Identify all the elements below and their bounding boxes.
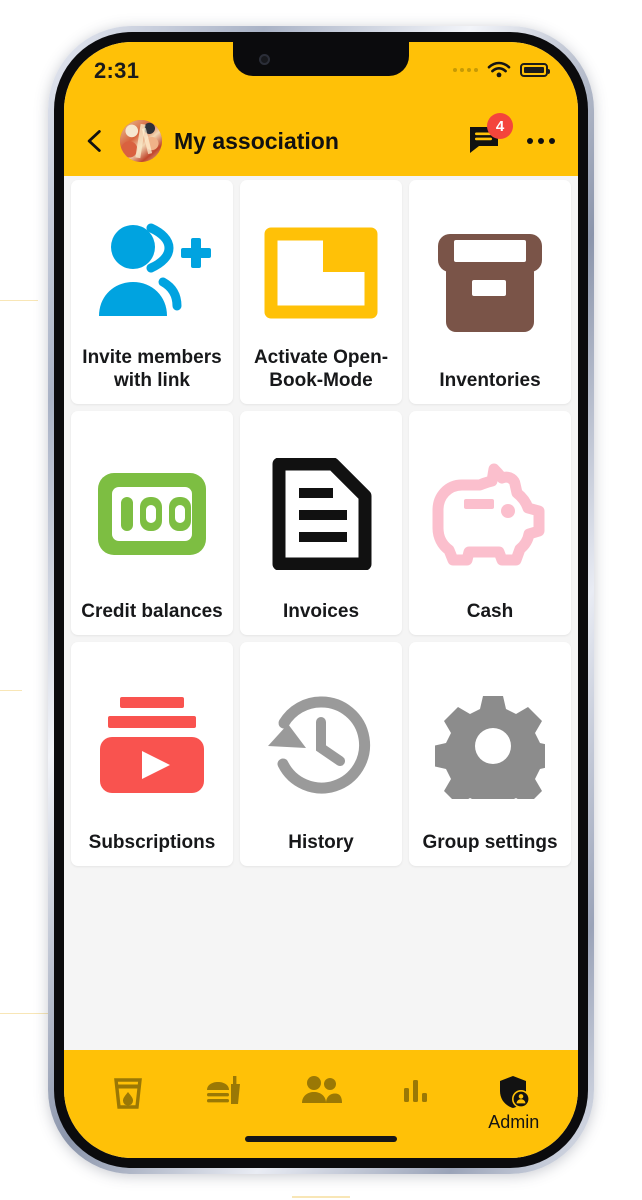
nav-item-food[interactable] <box>183 1074 267 1115</box>
grid-card-invoices[interactable]: Invoices <box>240 411 402 635</box>
grid-card-credit-balances[interactable]: Credit balances <box>71 411 233 635</box>
battery-full-icon <box>520 63 550 77</box>
status-bar: 2:31 <box>64 42 578 106</box>
drink-cup-icon <box>114 1078 143 1109</box>
nav-item-statistics[interactable] <box>375 1074 459 1111</box>
grid-card-label: Invoices <box>282 600 360 622</box>
grid-card-label: Activate Open-Book-Mode <box>253 347 389 391</box>
grid-card-label: Credit balances <box>81 600 223 622</box>
grid-card-group-settings[interactable]: Group settings <box>409 642 571 866</box>
document-lines-icon <box>248 427 394 601</box>
background-guide-line <box>292 1196 350 1198</box>
food-burger-icon <box>206 1076 240 1104</box>
archive-box-icon <box>417 196 563 370</box>
gear-icon <box>417 658 563 832</box>
status-indicators <box>453 60 550 79</box>
status-badge: 4 <box>487 113 513 139</box>
display-notch <box>233 42 409 76</box>
banknote-100-icon <box>79 427 225 601</box>
admin-shield-icon <box>499 1076 530 1108</box>
chevron-left-icon[interactable] <box>82 128 108 154</box>
background-guide-line <box>0 300 38 301</box>
more-options-icon[interactable] <box>526 138 556 144</box>
action-grid: Invite members with link Activate Open-B… <box>64 180 578 866</box>
nav-item-label: Admin <box>488 1112 540 1132</box>
folder-open-icon <box>248 196 394 347</box>
front-camera <box>259 54 270 65</box>
grid-card-label: History <box>288 831 354 853</box>
grid-card-inventories[interactable]: Inventories <box>409 180 571 404</box>
person-add-icon <box>79 196 225 347</box>
chat-button[interactable]: 4 <box>468 113 513 158</box>
phone-mockup-frame: 2:31 My association 4 Invite members wit… <box>48 26 594 1174</box>
phone-bezel: 2:31 My association 4 Invite members wit… <box>54 32 588 1168</box>
phone-screen: 2:31 My association 4 Invite members wit… <box>64 42 578 1158</box>
nav-item-admin[interactable]: Admin <box>472 1074 556 1131</box>
nav-item-members[interactable] <box>279 1074 363 1111</box>
nav-item-drinks[interactable] <box>86 1074 170 1115</box>
grid-card-label: Cash <box>466 600 514 622</box>
history-clock-icon <box>248 658 394 832</box>
page-title: My association <box>174 127 339 154</box>
wifi-icon <box>487 61 511 78</box>
people-icon <box>301 1076 342 1103</box>
bottom-navigation: Admin <box>64 1050 578 1158</box>
grid-card-invite-members[interactable]: Invite members with link <box>71 180 233 404</box>
subscriptions-play-icon <box>79 658 225 832</box>
main-content: Invite members with link Activate Open-B… <box>64 176 578 1050</box>
piggy-bank-icon <box>417 427 563 601</box>
grid-card-label: Group settings <box>422 831 558 853</box>
avatar[interactable] <box>120 120 162 162</box>
grid-card-history[interactable]: History <box>240 642 402 866</box>
grid-card-label: Invite members with link <box>82 347 222 391</box>
grid-card-label: Subscriptions <box>88 831 216 853</box>
grid-card-label: Inventories <box>439 369 541 391</box>
home-indicator[interactable] <box>245 1136 397 1142</box>
screenshot-stage: 2:31 My association 4 Invite members wit… <box>0 0 642 1200</box>
signal-dots-icon <box>453 68 478 72</box>
background-guide-line <box>0 690 22 691</box>
status-clock: 2:31 <box>94 58 140 83</box>
grid-card-open-book-mode[interactable]: Activate Open-Book-Mode <box>240 180 402 404</box>
bar-chart-icon <box>404 1080 428 1102</box>
grid-card-cash[interactable]: Cash <box>409 411 571 635</box>
grid-card-subscriptions[interactable]: Subscriptions <box>71 642 233 866</box>
app-bar: My association 4 <box>64 106 578 176</box>
